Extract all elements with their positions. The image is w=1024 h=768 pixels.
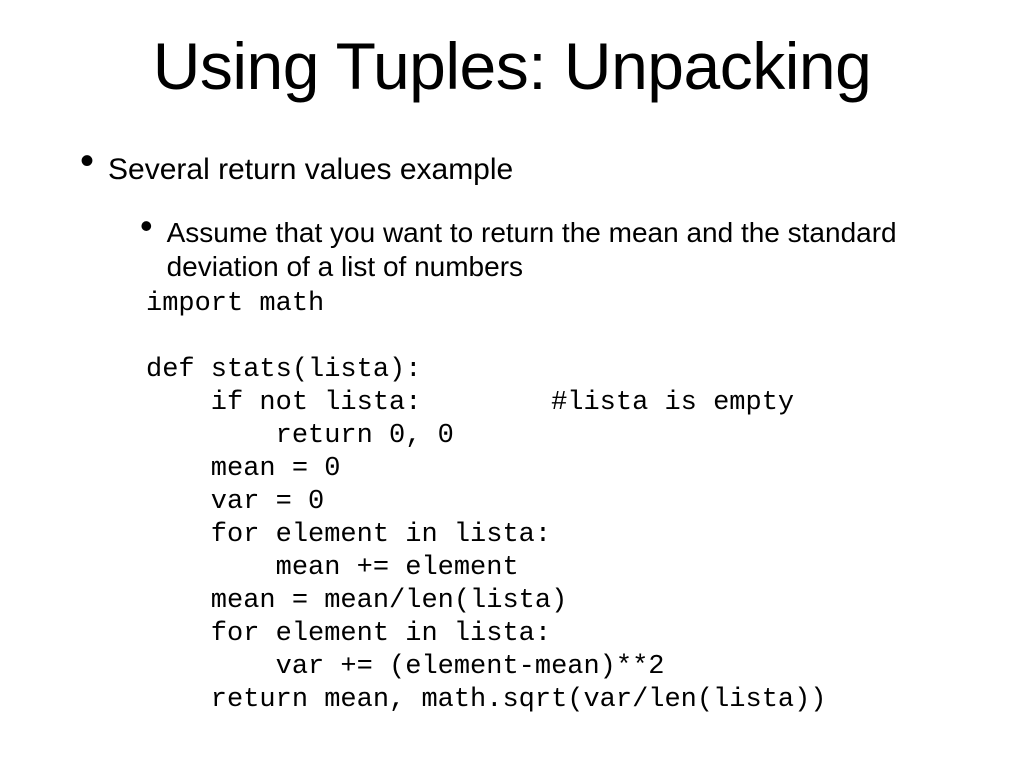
- bullet-icon: •: [140, 213, 153, 239]
- bullet-text: Several return values example: [108, 152, 513, 188]
- slide-title: Using Tuples: Unpacking: [60, 28, 964, 104]
- slide: Using Tuples: Unpacking • Several return…: [0, 0, 1024, 768]
- code-block: import math def stats(lista): if not lis…: [146, 288, 964, 717]
- sub-bullet-text: Assume that you want to return the mean …: [167, 216, 964, 284]
- bullet-item-1: • Several return values example: [80, 152, 964, 188]
- bullet-icon: •: [80, 147, 94, 175]
- sub-bullet-item-1: • Assume that you want to return the mea…: [140, 216, 964, 284]
